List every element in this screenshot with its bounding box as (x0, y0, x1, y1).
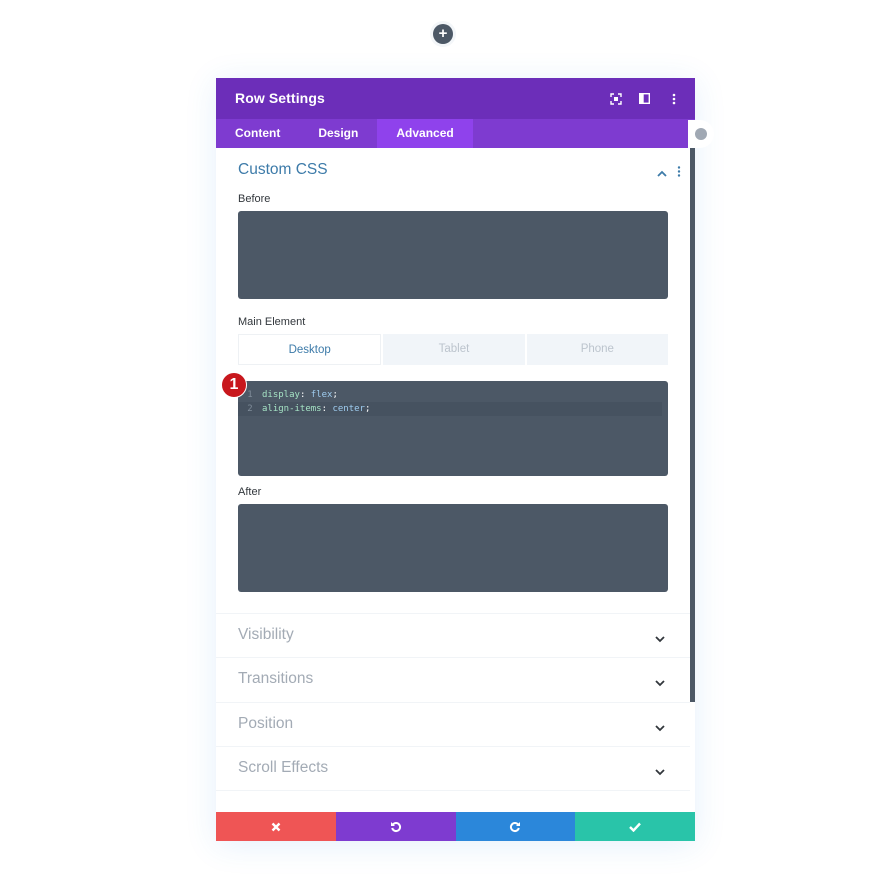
section-transitions[interactable]: Transitions (216, 657, 690, 702)
row-settings-modal: Row Settings Content Design Advanced Cus… (216, 78, 695, 841)
device-tab-tablet[interactable]: Tablet (383, 334, 525, 365)
undo-button[interactable] (335, 812, 456, 841)
device-tab-phone[interactable]: Phone (526, 334, 668, 365)
custom-css-section-header[interactable]: Custom CSS (216, 148, 695, 192)
main-element-label: Main Element (238, 316, 306, 328)
chevron-down-icon (655, 719, 665, 737)
section-position[interactable]: Position (216, 702, 690, 747)
chevron-down-icon (655, 630, 665, 648)
chevron-down-icon (655, 674, 665, 692)
expand-icon[interactable] (608, 91, 623, 106)
main-element-css-editor[interactable]: 1 display: flex; 2 align-items: center; (238, 381, 668, 476)
after-css-input[interactable] (238, 504, 668, 592)
step-badge: 1 (221, 372, 247, 398)
device-tab-desktop[interactable]: Desktop (238, 334, 382, 365)
section-options-icon[interactable] (677, 164, 681, 182)
modal-header: Row Settings (216, 78, 695, 119)
before-css-input[interactable] (238, 211, 668, 299)
tab-design[interactable]: Design (299, 119, 377, 148)
tab-advanced[interactable]: Advanced (377, 119, 473, 148)
check-icon (629, 822, 642, 832)
code-line: 1 display: flex; (247, 390, 338, 400)
section-scroll-effects[interactable]: Scroll Effects (216, 746, 690, 791)
tab-content[interactable]: Content (216, 119, 299, 148)
custom-css-title: Custom CSS (238, 161, 328, 178)
cancel-icon (271, 822, 281, 831)
save-button[interactable] (575, 812, 695, 841)
more-options-icon[interactable] (666, 91, 681, 106)
device-tabs: Desktop Tablet Phone (238, 334, 668, 365)
undo-icon (390, 821, 401, 832)
before-label: Before (238, 193, 271, 205)
add-row-button[interactable]: + (433, 24, 453, 44)
split-view-icon[interactable] (637, 91, 652, 106)
modal-title: Row Settings (235, 90, 325, 106)
redo-icon (510, 821, 521, 832)
settings-scroll-area: Custom CSS Before Main Element Desktop T… (216, 148, 695, 812)
chevron-down-icon (655, 763, 665, 781)
after-label: After (238, 486, 262, 498)
redo-button[interactable] (455, 812, 576, 841)
modal-footer (216, 812, 695, 841)
settings-tabs: Content Design Advanced (216, 119, 695, 148)
section-divider (216, 790, 690, 812)
scrollbar[interactable] (690, 146, 695, 702)
chevron-up-icon[interactable] (657, 164, 667, 182)
cancel-button[interactable] (216, 812, 336, 841)
section-visibility[interactable]: Visibility (216, 613, 690, 658)
globe-icon (695, 128, 707, 140)
side-panel-toggle[interactable] (688, 120, 714, 148)
code-line: 2 align-items: center; (238, 402, 662, 416)
